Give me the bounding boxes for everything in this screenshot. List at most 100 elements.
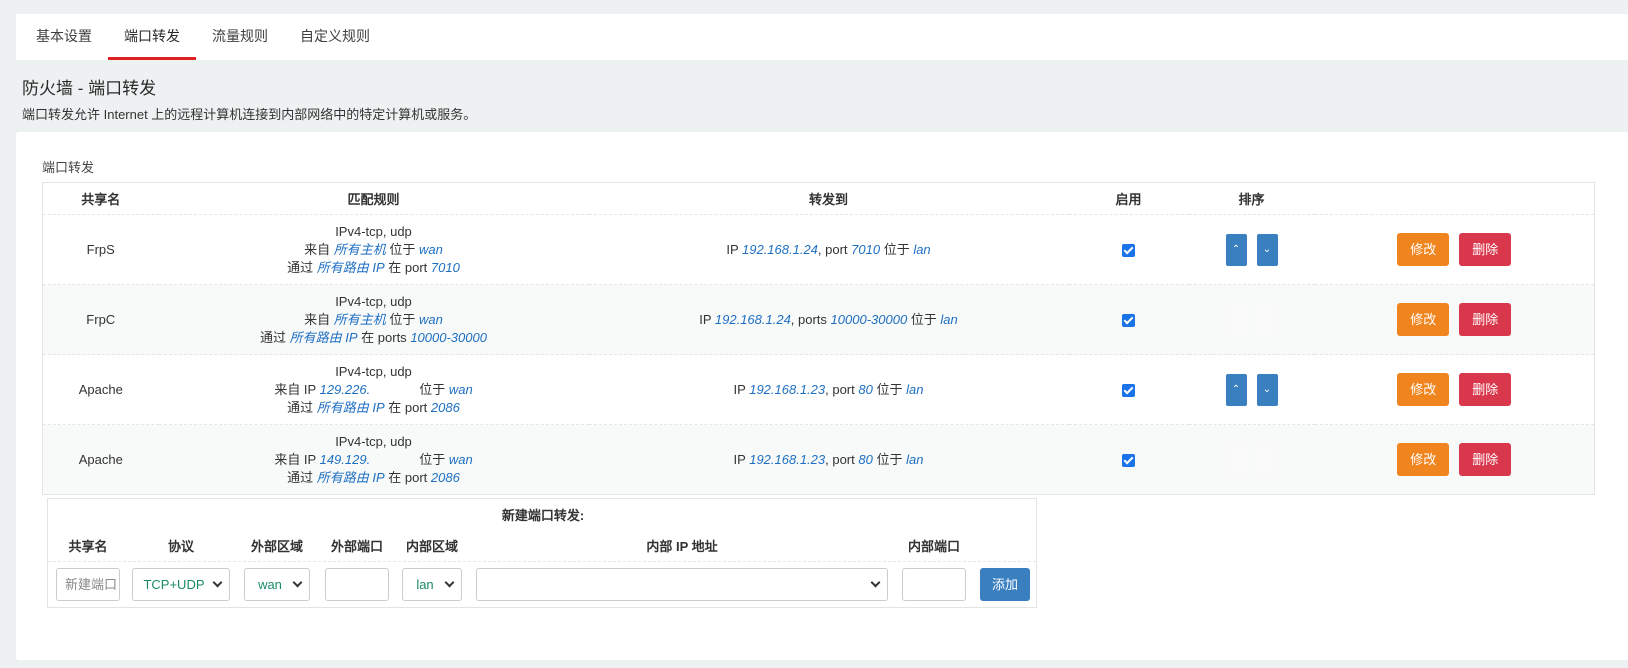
table-row: Apache IPv4-tcp, udp 来自 IP 149.129. 位于 w… [42, 424, 1595, 495]
move-up-button[interactable]: ⌃ [1225, 233, 1247, 266]
delete-button[interactable]: 删除 [1459, 303, 1512, 336]
chevron-down-icon [444, 577, 455, 588]
fwd-ip: 192.168.1.24 [742, 241, 818, 257]
new-port-forward-form: 新建端口转发: 共享名 协议 外部区域 外部端口 内部区域 内部 IP 地址 内… [47, 498, 1037, 608]
move-up-button[interactable]: ⌃ [1225, 373, 1247, 406]
actions-cell: 修改 删除 [1314, 284, 1595, 355]
fwd-zone: lan [940, 311, 958, 327]
fwd-ip-label: IP [733, 381, 750, 397]
via-prefix: 通过 [287, 259, 317, 275]
fwd-port-label: , port [817, 241, 852, 257]
tab-port-forwarding[interactable]: 端口转发 [108, 14, 196, 60]
match-via: 通过 所有路由 IP 在 port 2086 [160, 399, 588, 417]
match-via: 通过 所有路由 IP 在 port 7010 [160, 259, 588, 277]
forward-to: IP 192.168.1.24, ports 10000-30000 位于 la… [588, 284, 1069, 355]
edit-button[interactable]: 修改 [1397, 373, 1450, 406]
ext-port-input[interactable] [325, 568, 389, 601]
ext-zone-select[interactable]: wan [244, 568, 310, 601]
match-from: 来自 所有主机 位于 wan [160, 311, 588, 329]
tab-custom-rules[interactable]: 自定义规则 [284, 14, 386, 60]
int-zone-select[interactable]: lan [402, 568, 462, 601]
from-prefix: 来自 [304, 311, 334, 327]
delete-button[interactable]: 删除 [1459, 373, 1512, 406]
rule-name: FrpC [42, 284, 159, 355]
tab-bar: 基本设置 端口转发 流量规则 自定义规则 [16, 14, 1628, 60]
enabled-checkbox[interactable] [1122, 243, 1135, 257]
protocol-select[interactable]: TCP+UDP [132, 568, 230, 601]
move-up-button[interactable] [1225, 443, 1247, 476]
int-ip-select[interactable] [476, 568, 888, 601]
forward-to: IP 192.168.1.24, port 7010 位于 lan [588, 214, 1069, 285]
protocol-value: TCP+UDP [143, 577, 205, 592]
col-share-name: 共享名 [68, 539, 108, 554]
via-value: 所有路由 IP [289, 329, 358, 345]
divider [48, 561, 1036, 562]
tab-basic-settings[interactable]: 基本设置 [20, 14, 108, 60]
col-protocol: 协议 [167, 539, 194, 554]
fwd-ip-label: IP [733, 451, 750, 467]
col-ext-zone: 外部区域 [250, 539, 303, 554]
actions-cell: 修改 删除 [1314, 354, 1595, 425]
fwd-mid: 位于 [880, 241, 914, 257]
match-from: 来自 IP 129.226. 位于 wan [160, 381, 588, 399]
via-prefix: 通过 [287, 469, 317, 485]
share-name-input[interactable]: 新建端口 [56, 568, 120, 601]
via-value: 所有路由 IP [316, 259, 385, 275]
new-forward-title: 新建端口转发: [501, 508, 585, 523]
edit-button[interactable]: 修改 [1397, 443, 1450, 476]
match-via: 通过 所有路由 IP 在 port 2086 [160, 469, 588, 487]
fwd-mid: 位于 [872, 451, 907, 467]
fwd-port-label: , ports [790, 311, 831, 327]
enabled-cell [1068, 214, 1189, 285]
delete-button[interactable]: 删除 [1459, 233, 1512, 266]
fwd-ip: 192.168.1.23 [749, 381, 826, 397]
enabled-checkbox[interactable] [1122, 383, 1135, 397]
enabled-checkbox[interactable] [1122, 313, 1135, 327]
forward-to: IP 192.168.1.23, port 80 位于 lan [588, 354, 1069, 425]
forward-to: IP 192.168.1.23, port 80 位于 lan [588, 424, 1069, 495]
fwd-port: 80 [858, 381, 873, 397]
int-port-input[interactable] [902, 568, 966, 601]
delete-button[interactable]: 删除 [1459, 443, 1512, 476]
from-zone: wan [419, 311, 443, 327]
move-down-button[interactable] [1256, 443, 1278, 476]
via-port: 2086 [430, 469, 460, 485]
chevron-down-icon [212, 577, 223, 588]
match-protocol: IPv4-tcp, udp [335, 223, 412, 239]
fwd-mid: 位于 [907, 311, 941, 327]
sort-cell [1188, 424, 1315, 495]
from-zone: wan [448, 451, 473, 467]
match-from: 来自 IP 149.129. 位于 wan [160, 451, 588, 469]
from-value: 所有主机 [333, 241, 386, 257]
from-prefix: 来自 IP [274, 451, 320, 467]
rule-name: Apache [42, 354, 159, 425]
from-zone: wan [448, 381, 473, 397]
col-int-port: 内部端口 [907, 539, 960, 554]
match-rule: IPv4-tcp, udp 来自 IP 129.226. 位于 wan 通过 所… [158, 354, 589, 425]
edit-button[interactable]: 修改 [1397, 303, 1450, 336]
match-protocol: IPv4-tcp, udp [335, 293, 412, 309]
move-up-button[interactable] [1225, 303, 1247, 336]
from-prefix: 来自 IP [274, 381, 320, 397]
fwd-port: 7010 [851, 241, 881, 257]
table-header-row: 共享名 匹配规则 转发到 启用 排序 [42, 182, 1595, 215]
from-mid: 位于 [385, 241, 419, 257]
move-down-button[interactable]: ⌄ [1256, 373, 1278, 406]
enabled-checkbox[interactable] [1122, 453, 1135, 467]
header-name: 共享名 [42, 182, 159, 215]
match-from: 来自 所有主机 位于 wan [160, 241, 588, 259]
tab-traffic-rules[interactable]: 流量规则 [196, 14, 284, 60]
move-down-button[interactable] [1256, 303, 1278, 336]
page-description: 端口转发允许 Internet 上的远程计算机连接到内部网络中的特定计算机或服务… [22, 107, 477, 122]
move-down-button[interactable]: ⌄ [1256, 233, 1278, 266]
match-protocol: IPv4-tcp, udp [335, 363, 412, 379]
via-mid: 在 ports [357, 329, 411, 345]
via-value: 所有路由 IP [316, 399, 385, 415]
fwd-ip: 192.168.1.24 [714, 311, 791, 327]
actions-cell: 修改 删除 [1314, 214, 1595, 285]
table-row: Apache IPv4-tcp, udp 来自 IP 129.226. 位于 w… [42, 354, 1595, 425]
from-mid: 位于 [415, 451, 449, 467]
add-button[interactable]: 添加 [980, 568, 1030, 601]
actions-cell: 修改 删除 [1314, 424, 1595, 495]
edit-button[interactable]: 修改 [1397, 233, 1450, 266]
